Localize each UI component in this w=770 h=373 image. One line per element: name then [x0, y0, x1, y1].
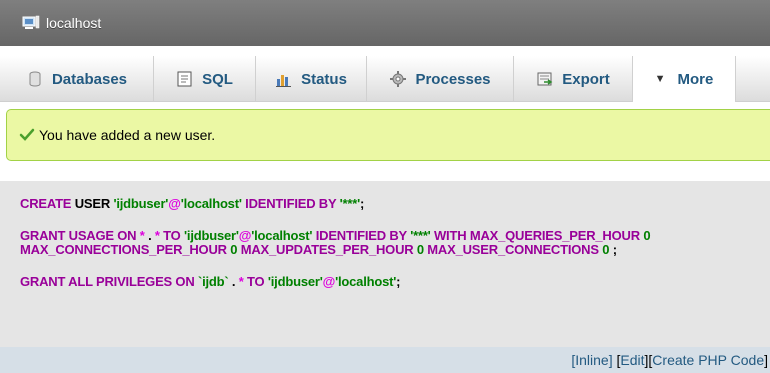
export-icon: [537, 72, 553, 86]
database-icon: [29, 71, 41, 87]
server-icon: [22, 15, 40, 29]
tab-more[interactable]: ▼ More: [633, 56, 736, 102]
sql-line-create-user: CREATE USER 'ijdbuser'@'localhost' IDENT…: [20, 196, 365, 211]
sql-actions-bar: [Inline] [ Edit ] [ Create PHP Code ]: [0, 347, 770, 373]
success-message: You have added a new user.: [6, 109, 770, 161]
server-breadcrumb-bar: localhost: [0, 0, 770, 46]
status-chart-icon: [276, 75, 292, 87]
sql-query-box: CREATE USER 'ijdbuser'@'localhost' IDENT…: [0, 181, 770, 347]
edit-link[interactable]: Edit: [620, 352, 644, 368]
check-icon: [19, 128, 35, 141]
tab-status[interactable]: Status: [256, 56, 367, 102]
sql-icon: [177, 71, 192, 87]
chevron-down-icon: ▼: [654, 73, 666, 85]
tab-processes[interactable]: Processes: [367, 56, 514, 102]
create-php-code-link[interactable]: Create PHP Code: [652, 352, 764, 368]
main-tab-bar: Databases SQL Status Processes Export ▼ …: [0, 56, 770, 102]
server-link[interactable]: localhost: [46, 15, 101, 31]
tab-databases[interactable]: Databases: [0, 56, 154, 102]
sql-line-grant-usage: GRANT USAGE ON * . * TO 'ijdbuser'@'loca…: [20, 228, 651, 243]
success-message-text: You have added a new user.: [39, 127, 216, 143]
sql-line-grant-limits: MAX_CONNECTIONS_PER_HOUR 0 MAX_UPDATES_P…: [20, 242, 617, 257]
gear-icon: [390, 71, 407, 87]
inline-edit-link[interactable]: [Inline]: [571, 352, 612, 368]
sql-line-grant-all: GRANT ALL PRIVILEGES ON `ijdb` . * TO 'i…: [20, 274, 401, 289]
tab-sql[interactable]: SQL: [154, 56, 256, 102]
tab-export[interactable]: Export: [514, 56, 633, 102]
